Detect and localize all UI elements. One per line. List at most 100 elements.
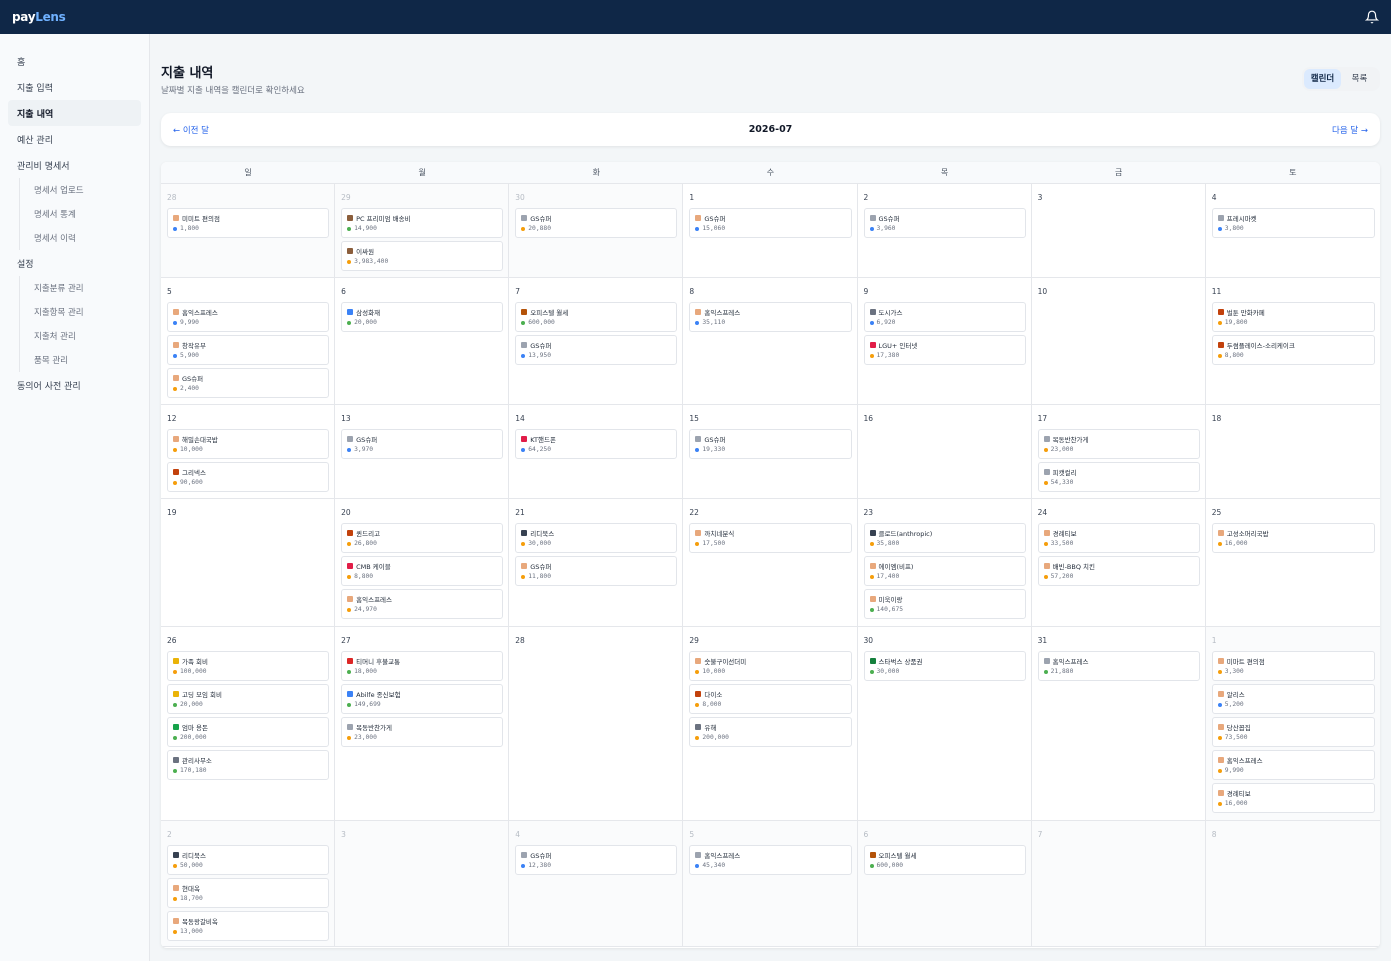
calendar-day[interactable]: 7 [1031,821,1206,946]
calendar-day[interactable]: 6 오피스텔 월세 600,000 [857,821,1032,946]
calendar-day[interactable]: 29 PC 프리미엄 배송비 14,900 이싸원 3,983,400 [335,184,510,277]
calendar-day[interactable]: 9 도시가스 6,920 LGU+ 인터넷 17,380 [858,278,1032,404]
expense-entry[interactable]: 고성소머리국밥 16,000 [1211,523,1375,553]
calendar-day[interactable]: 4 GS슈퍼 12,380 [509,821,684,946]
calendar-day[interactable]: 10 [1032,278,1206,404]
expense-entry[interactable]: GS슈퍼 12,380 [515,845,678,875]
expense-entry[interactable]: 목동왕갈비옥 13,000 [167,911,330,941]
next-month-button[interactable]: 다음 달 → [1332,124,1368,136]
expense-entry[interactable]: GS슈퍼 15,060 [689,208,852,238]
expense-entry[interactable]: GS슈퍼 13,950 [515,335,678,365]
sidebar-item-6[interactable]: 명세서 통계 [0,202,149,226]
calendar-day[interactable]: 12 해밀손대국밥 10,000 그리넥스 90,600 [161,405,336,498]
expense-entry[interactable]: 미마트 편의점 3,300 [1211,651,1375,681]
sidebar-item-2[interactable]: 지출 내역 [8,100,141,126]
sidebar-item-1[interactable]: 지출 입력 [0,74,141,100]
expense-entry[interactable]: 홈익스프레스 24,970 [341,589,504,619]
calendar-day[interactable]: 7 오피스텔 월세 600,000 GS슈퍼 13,950 [509,278,684,404]
expense-entry[interactable]: 도시가스 6,920 [863,302,1026,332]
expense-entry[interactable]: 퀸드리고 26,800 [341,523,504,553]
expense-entry[interactable]: 두썸플레이스-소리케이크 8,800 [1211,335,1375,365]
calendar-day[interactable]: 1 GS슈퍼 15,060 [683,184,858,277]
sidebar-item-0[interactable]: 홈 [0,48,141,74]
sidebar-item-5[interactable]: 명세서 업로드 [0,178,149,202]
expense-entry[interactable]: 현대옥 18,700 [167,878,330,908]
expense-entry[interactable]: 리디북스 30,000 [515,523,678,553]
calendar-day[interactable]: 11 벌툰 만화카페 19,800 두썸플레이스-소리케이크 8,800 [1206,278,1380,404]
expense-entry[interactable]: 오피스텔 월세 600,000 [863,845,1026,875]
expense-entry[interactable]: 엄마 용돈 200,000 [167,717,330,747]
expense-entry[interactable]: 숫불구이선더미 10,000 [689,651,852,681]
expense-entry[interactable]: KT핸드폰 64,250 [515,429,678,459]
expense-entry[interactable]: 미미트 편의점 1,800 [167,208,330,238]
calendar-day[interactable]: 14 KT핸드폰 64,250 [509,405,684,498]
expense-entry[interactable]: 벌툰 만화카페 19,800 [1211,302,1375,332]
expense-entry[interactable]: 에이엠(비프) 17,400 [863,556,1026,586]
calendar-day[interactable]: 27 티머니 후불교통 18,000 Abilfe 종신보험 149,699 목동반찬가게… [335,627,510,820]
expense-entry[interactable]: GS슈퍼 3,960 [863,208,1026,238]
expense-entry[interactable]: GS슈퍼 20,880 [515,208,678,238]
calendar-day[interactable]: 30 GS슈퍼 20,880 [509,184,684,277]
calendar-day[interactable]: 15 GS슈퍼 19,330 [683,405,858,498]
expense-entry[interactable]: 홈익스프레스 21,880 [1037,651,1200,681]
calendar-day[interactable]: 13 GS슈퍼 3,970 [335,405,510,498]
calendar-day[interactable]: 4 프레시마켓 3,800 [1206,184,1380,277]
expense-entry[interactable]: 까치네분식 17,500 [689,523,852,553]
expense-entry[interactable]: LGU+ 인터넷 17,380 [863,335,1026,365]
expense-entry[interactable]: 알리스 5,200 [1211,684,1375,714]
expense-entry[interactable]: 경례티보 16,000 [1211,783,1375,813]
expense-entry[interactable]: 홈익스프레스 9,990 [1211,750,1375,780]
sidebar-item-4[interactable]: 관리비 명세서 [0,152,141,178]
calendar-day[interactable]: 23 클로드(anthropic) 35,800 에이엠(비프) 17,400 미욱이랑 1… [858,499,1032,626]
expense-entry[interactable]: GS슈퍼 11,800 [515,556,678,586]
calendar-day[interactable]: 18 [1206,405,1380,498]
expense-entry[interactable]: 스타벅스 상품권 30,000 [863,651,1026,681]
calendar-day[interactable]: 25 고성소머리국밥 16,000 [1206,499,1380,626]
calendar-day[interactable]: 30 스타벅스 상품권 30,000 [858,627,1032,820]
expense-entry[interactable]: 당산꼽집 73,500 [1211,717,1375,747]
expense-entry[interactable]: Abilfe 종신보험 149,699 [341,684,504,714]
expense-entry[interactable]: 홈익스프레스 35,110 [689,302,852,332]
expense-entry[interactable]: 목동반찬가게 23,000 [341,717,504,747]
expense-entry[interactable]: 홈익스프레스 9,990 [167,302,330,332]
expense-entry[interactable]: 고딩 모임 회비 20,000 [167,684,330,714]
calendar-day[interactable]: 29 숫불구이선더미 10,000 다이소 8,000 유해 200,000 [683,627,858,820]
calendar-day[interactable]: 2 GS슈퍼 3,960 [858,184,1032,277]
expense-entry[interactable]: 그리넥스 90,600 [167,462,330,492]
expense-entry[interactable]: 리디북스 50,000 [167,845,330,875]
expense-entry[interactable]: 경례티보 33,500 [1037,523,1200,553]
expense-entry[interactable]: 다이소 8,000 [689,684,852,714]
prev-month-button[interactable]: ← 이전 달 [173,124,209,136]
calendar-day[interactable]: 16 [858,405,1032,498]
calendar-day[interactable]: 17 목동반찬가게 23,000 피캣컬리 54,330 [1032,405,1206,498]
calendar-day[interactable]: 5 홈익스프레스 9,990 창작유부 5,900 GS슈퍼 2,400 [161,278,336,404]
calendar-day[interactable]: 3 [1032,184,1206,277]
sidebar-item-8[interactable]: 설정 [0,250,141,276]
expense-entry[interactable]: 티머니 후불교통 18,000 [341,651,504,681]
expense-entry[interactable]: 홈익스프레스 45,340 [689,845,852,875]
calendar-day[interactable]: 8 [1205,821,1380,946]
calendar-day[interactable]: 19 [161,499,336,626]
expense-entry[interactable]: GS슈퍼 3,970 [341,429,504,459]
calendar-day[interactable]: 6 삼성화재 20,000 [335,278,510,404]
calendar-day[interactable]: 28 [509,627,684,820]
calendar-day[interactable]: 3 [335,821,510,946]
calendar-day[interactable]: 26 가족 회비 100,000 고딩 모임 회비 20,000 엄마 용돈 200,000… [161,627,336,820]
expense-entry[interactable]: 클로드(anthropic) 35,800 [863,523,1026,553]
sidebar-item-11[interactable]: 지출처 관리 [0,324,149,348]
expense-entry[interactable]: 오피스텔 월세 600,000 [515,302,678,332]
sidebar-item-13[interactable]: 동의어 사전 관리 [0,372,141,398]
sidebar-item-9[interactable]: 지출분류 관리 [0,276,149,300]
expense-entry[interactable]: 프레시마켓 3,800 [1211,208,1375,238]
sidebar-item-10[interactable]: 지출항목 관리 [0,300,149,324]
expense-entry[interactable]: 배빈-BBQ 치킨 57,200 [1037,556,1200,586]
view-calendar-button[interactable]: 캘린더 [1304,69,1341,89]
expense-entry[interactable]: 피캣컬리 54,330 [1037,462,1200,492]
expense-entry[interactable]: 미욱이랑 140,675 [863,589,1026,619]
expense-entry[interactable]: PC 프리미엄 배송비 14,900 [341,208,504,238]
expense-entry[interactable]: 유해 200,000 [689,717,852,747]
expense-entry[interactable]: 목동반찬가게 23,000 [1037,429,1200,459]
expense-entry[interactable]: 삼성화재 20,000 [341,302,504,332]
calendar-day[interactable]: 22 까치네분식 17,500 [683,499,858,626]
expense-entry[interactable]: CMB 케이블 8,800 [341,556,504,586]
